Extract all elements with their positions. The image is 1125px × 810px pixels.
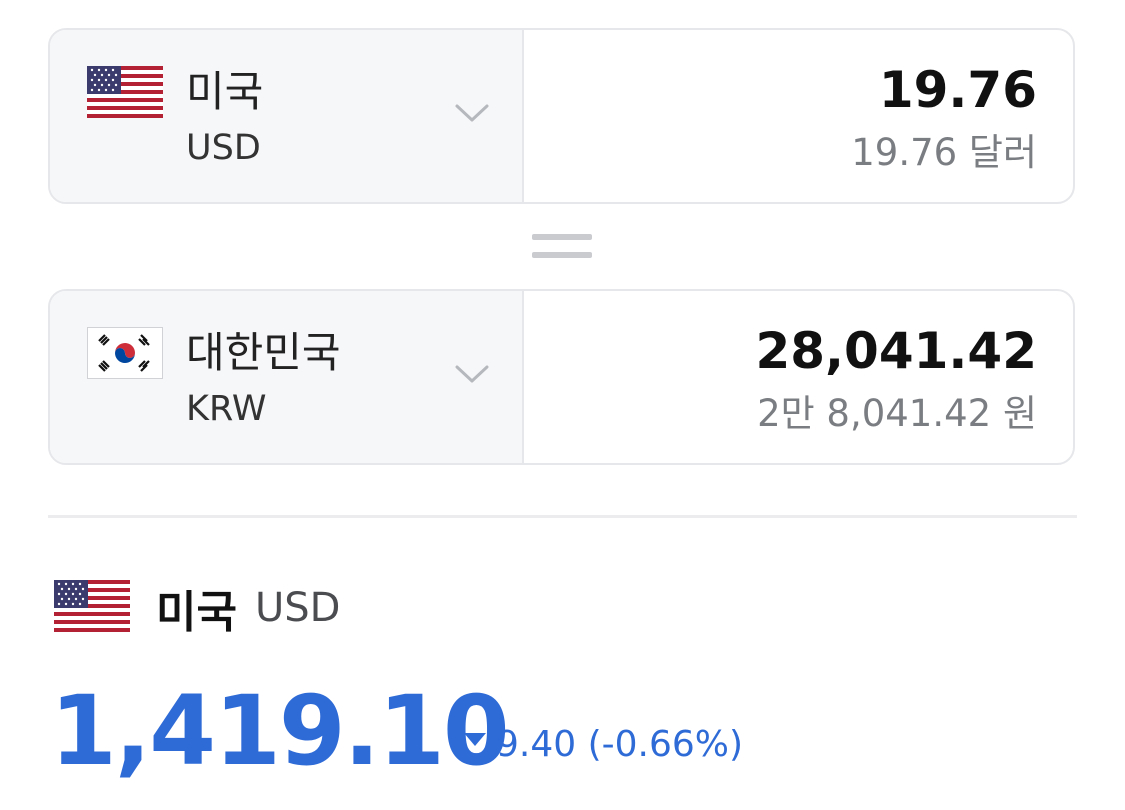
from-currency-selector[interactable]: 미국 USD xyxy=(50,30,524,202)
exchange-rate-value: 1,419.10 xyxy=(50,675,510,787)
to-amount-input[interactable]: 28,041.42 2만 8,041.42 원 xyxy=(524,291,1073,463)
from-amount-words: 19.76 달러 xyxy=(851,131,1037,174)
down-triangle-icon xyxy=(464,732,486,746)
rate-currency-code: USD xyxy=(254,585,341,631)
from-amount-value: 19.76 xyxy=(878,61,1037,119)
to-amount-value: 28,041.42 xyxy=(755,322,1037,380)
rate-country-name: 미국 xyxy=(156,587,237,638)
rate-change-text: 9.40 (-0.66%) xyxy=(496,724,744,765)
to-country-name: 대한민국 xyxy=(186,328,341,377)
from-amount-input[interactable]: 19.76 19.76 달러 xyxy=(524,30,1073,202)
chevron-down-icon xyxy=(455,104,489,122)
from-country-name: 미국 xyxy=(186,67,264,116)
from-currency-code: USD xyxy=(186,128,261,168)
us-flag-icon xyxy=(54,580,130,636)
section-divider xyxy=(48,515,1077,518)
kr-flag-icon xyxy=(87,327,163,383)
equals-icon xyxy=(532,234,592,262)
to-currency-selector[interactable]: 대한민국 KRW xyxy=(50,291,524,463)
to-currency-card: 대한민국 KRW 28,041.42 2만 8,041.42 원 xyxy=(48,289,1075,465)
to-currency-code: KRW xyxy=(186,389,267,429)
to-amount-words: 2만 8,041.42 원 xyxy=(757,392,1037,435)
rate-header: 미국 USD xyxy=(54,578,340,638)
us-flag-icon xyxy=(87,66,163,122)
from-currency-card: 미국 USD 19.76 19.76 달러 xyxy=(48,28,1075,204)
chevron-down-icon xyxy=(455,365,489,383)
rate-change: 9.40 (-0.66%) xyxy=(464,722,743,768)
